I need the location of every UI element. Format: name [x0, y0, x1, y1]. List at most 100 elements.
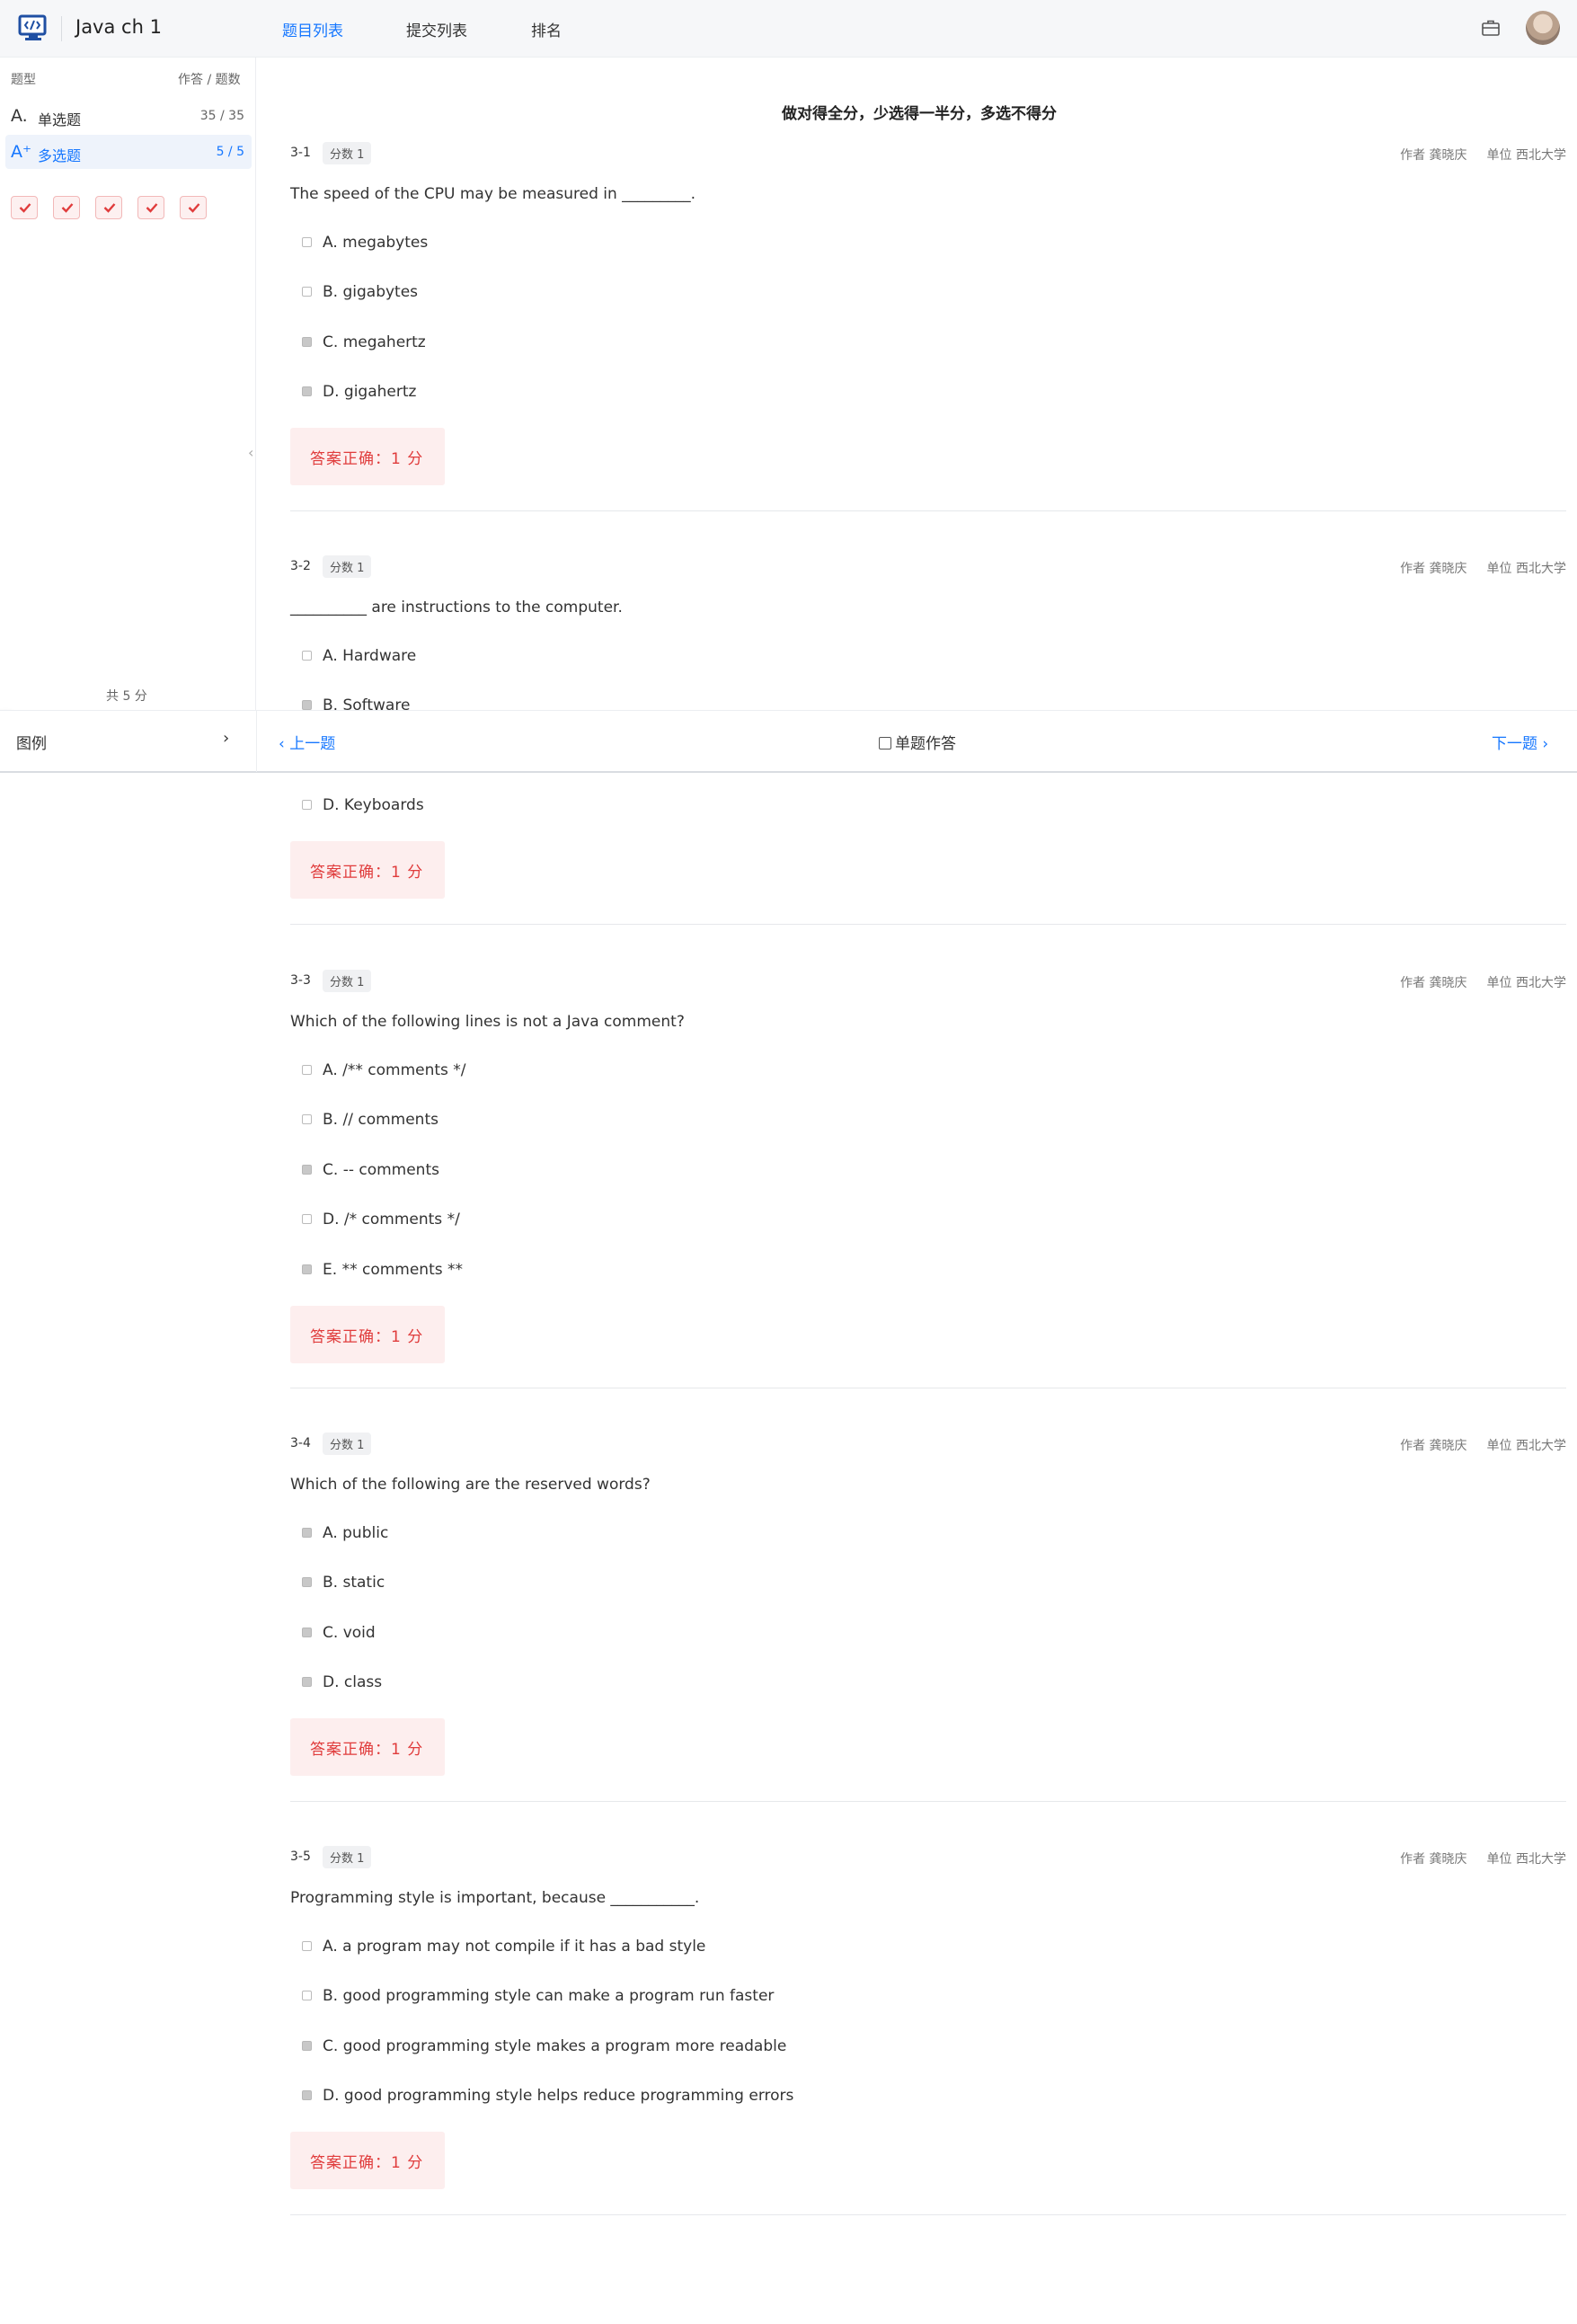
question-number: 3-2 — [290, 559, 311, 573]
answered-mark-3-4[interactable] — [137, 196, 165, 219]
option-text: A. public — [323, 1524, 389, 1542]
answered-mark-3-5[interactable] — [180, 196, 208, 219]
question-author: 作者 龚晓庆 — [1400, 1439, 1467, 1453]
single-choice-icon: A. — [11, 106, 28, 126]
question-score: 分数 1 — [323, 1433, 372, 1455]
question-author: 作者 龚晓庆 — [1400, 976, 1467, 990]
question-unit: 单位 西北大学 — [1486, 1852, 1566, 1867]
option-checkbox[interactable] — [302, 337, 312, 347]
header-divider — [61, 16, 62, 41]
option-checkbox[interactable] — [302, 1065, 312, 1075]
option-text: C. good programming style makes a progra… — [323, 2037, 787, 2055]
question-author: 作者 龚晓庆 — [1400, 562, 1467, 576]
single-answer-toggle[interactable]: 单题作答 — [879, 731, 956, 753]
option-text: D. good programming style helps reduce p… — [323, 2087, 794, 2105]
check-icon — [189, 203, 200, 213]
scoring-rule: 做对得全分，少选得一半分，多选不得分 — [782, 105, 1057, 123]
divider — [290, 1801, 1566, 1802]
top-header: Java ch 1 题目列表 提交列表 排名 — [0, 0, 1577, 58]
option-checkbox[interactable] — [302, 1214, 312, 1224]
result-badge: 答案正确：1 分 — [290, 841, 445, 899]
option-checkbox[interactable] — [302, 287, 312, 297]
prev-question-button[interactable]: ‹ 上一题 — [279, 731, 335, 753]
question-stem: __________ are instructions to the compu… — [290, 599, 623, 616]
result-badge: 答案正确：1 分 — [290, 1306, 445, 1363]
option-checkbox[interactable] — [302, 1677, 312, 1687]
divider — [290, 510, 1566, 511]
multiple-choice-icon: A⁺ — [11, 142, 32, 162]
chevron-right-icon: › — [1537, 735, 1549, 753]
question-unit: 单位 西北大学 — [1486, 976, 1566, 990]
question-score: 分数 1 — [323, 970, 372, 992]
option-checkbox[interactable] — [302, 1991, 312, 2000]
legend-link[interactable]: 图例 — [16, 731, 47, 753]
option-text: C. -- comments — [323, 1161, 439, 1179]
option-checkbox[interactable] — [302, 800, 312, 810]
briefcase-icon[interactable] — [1481, 18, 1501, 38]
option-checkbox[interactable] — [302, 1528, 312, 1538]
option-checkbox[interactable] — [302, 1628, 312, 1637]
sidebar: 题型 作答 / 题数 A. 单选题 35 / 35 A⁺ 多选题 5 / 5 ‹… — [0, 58, 256, 773]
check-icon — [103, 203, 116, 213]
option-checkbox[interactable] — [302, 1577, 312, 1587]
question-meta: 作者 龚晓庆 单位 西北大学 — [1380, 559, 1566, 577]
divider — [290, 924, 1566, 925]
collapse-sidebar-icon[interactable]: ‹ — [248, 444, 253, 461]
option-checkbox[interactable] — [302, 1165, 312, 1175]
question-number: 3-5 — [290, 1849, 311, 1864]
footer-divider — [256, 711, 257, 772]
next-question-button[interactable]: 下一题 › — [1492, 731, 1548, 753]
single-answer-checkbox[interactable] — [879, 737, 891, 750]
question-stem: Which of the following are the reserved … — [290, 1476, 651, 1494]
question-stem: Which of the following lines is not a Ja… — [290, 1013, 685, 1031]
question-score: 分数 1 — [323, 1846, 372, 1868]
option-text: C. void — [323, 1624, 376, 1642]
answered-mark-3-2[interactable] — [53, 196, 81, 219]
question-number: 3-3 — [290, 973, 311, 988]
option-checkbox[interactable] — [302, 386, 312, 396]
tab-ranking[interactable]: 排名 — [531, 18, 562, 40]
avatar[interactable] — [1526, 11, 1560, 45]
option-text: A. Hardware — [323, 647, 417, 665]
question-score: 分数 1 — [323, 555, 372, 578]
tab-submissions[interactable]: 提交列表 — [406, 18, 467, 40]
option-checkbox[interactable] — [302, 2041, 312, 2051]
option-checkbox[interactable] — [302, 700, 312, 710]
sidebar-item-count: 5 / 5 — [216, 145, 244, 159]
answer-status-grid — [11, 196, 217, 223]
sidebar-item-single-choice[interactable]: A. 单选题 35 / 35 — [0, 99, 252, 133]
question-number: 3-1 — [290, 146, 311, 160]
question-stem: Programming style is important, because … — [290, 1889, 700, 1907]
question-number: 3-4 — [290, 1436, 311, 1450]
check-icon — [146, 203, 158, 213]
option-checkbox[interactable] — [302, 237, 312, 247]
result-badge: 答案正确：1 分 — [290, 428, 445, 485]
answered-mark-3-3[interactable] — [95, 196, 123, 219]
question-unit: 单位 西北大学 — [1486, 562, 1566, 576]
option-checkbox[interactable] — [302, 651, 312, 661]
code-monitor-logo-icon[interactable] — [18, 13, 49, 42]
total-score: 共 5 分 — [106, 689, 147, 704]
chevron-right-icon[interactable]: › — [223, 729, 229, 748]
answered-mark-3-1[interactable] — [11, 196, 38, 219]
option-text: A. /** comments */ — [323, 1061, 466, 1079]
option-checkbox[interactable] — [302, 2090, 312, 2100]
option-text: E. ** comments ** — [323, 1261, 463, 1279]
question-meta: 作者 龚晓庆 单位 西北大学 — [1380, 1849, 1566, 1867]
result-badge: 答案正确：1 分 — [290, 2132, 445, 2189]
check-icon — [19, 203, 31, 213]
option-text: B. good programming style can make a pro… — [323, 1987, 775, 2005]
question-score: 分数 1 — [323, 142, 372, 164]
question-meta: 作者 龚晓庆 单位 西北大学 — [1380, 1436, 1566, 1454]
option-checkbox[interactable] — [302, 1114, 312, 1124]
question-meta: 作者 龚晓庆 单位 西北大学 — [1380, 973, 1566, 991]
option-checkbox[interactable] — [302, 1264, 312, 1274]
check-icon — [61, 203, 74, 213]
option-checkbox[interactable] — [302, 1941, 312, 1951]
bottom-nav-bar: 图例 › ‹ 上一题 单题作答 下一题 › — [0, 710, 1577, 773]
option-text: D. class — [323, 1673, 383, 1691]
tab-problem-list[interactable]: 题目列表 — [282, 18, 343, 40]
question-stem: The speed of the CPU may be measured in … — [290, 185, 696, 203]
app-title: Java ch 1 — [75, 16, 162, 38]
sidebar-item-multiple-choice[interactable]: A⁺ 多选题 5 / 5 — [5, 135, 252, 169]
